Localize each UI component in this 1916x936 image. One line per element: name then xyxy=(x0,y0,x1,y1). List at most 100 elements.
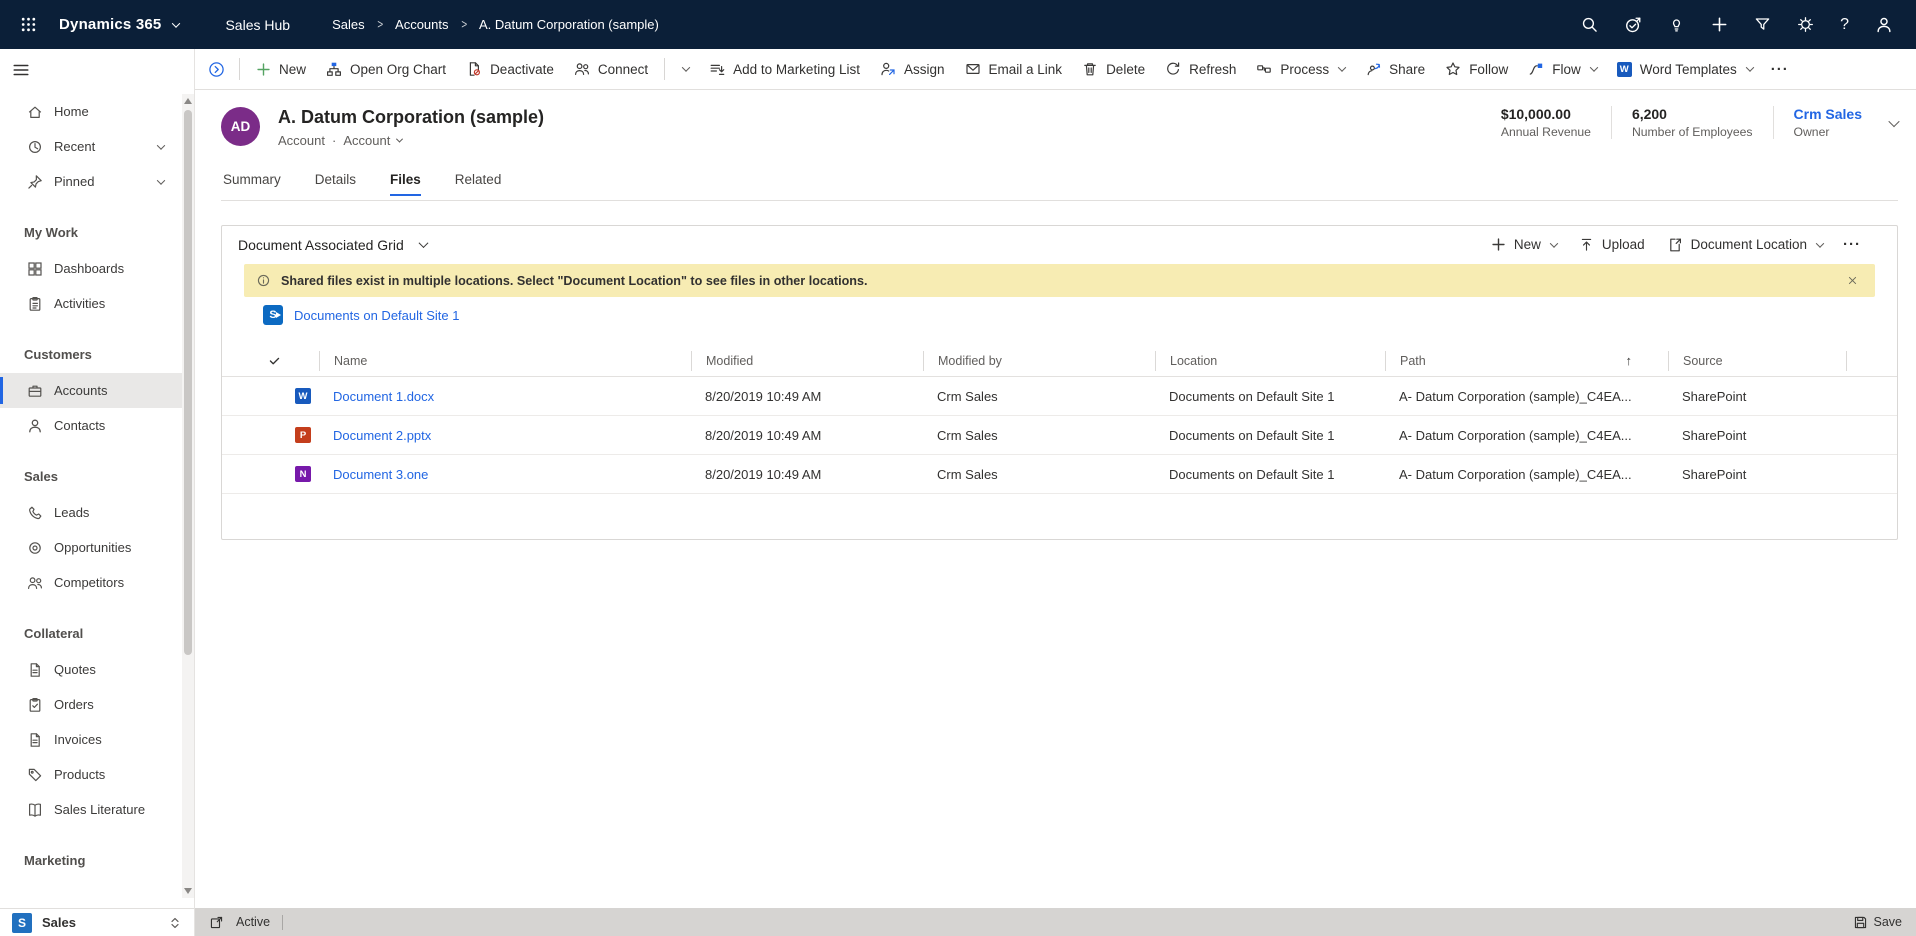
delete-button[interactable]: Delete xyxy=(1072,54,1155,84)
new-button[interactable]: New xyxy=(246,54,316,84)
record-title: A. Datum Corporation (sample) xyxy=(278,107,545,127)
sidebar-item-accounts[interactable]: Accounts xyxy=(0,373,182,408)
scroll-down-arrow-icon[interactable] xyxy=(184,888,192,894)
column-header-modified-by[interactable]: Modified by xyxy=(923,350,1155,371)
save-button[interactable]: Save xyxy=(1853,915,1902,930)
column-header-name[interactable]: Name xyxy=(319,350,691,371)
table-row[interactable]: N Document 3.one 8/20/2019 10:49 AM Crm … xyxy=(222,455,1897,494)
settings-gear-icon[interactable] xyxy=(1784,8,1827,41)
chevron-down-icon[interactable] xyxy=(156,175,166,185)
sidebar-item-leads[interactable]: Leads xyxy=(0,495,182,530)
grid-document-location-button[interactable]: Document Location xyxy=(1657,230,1833,260)
document-link[interactable]: Document 3.one xyxy=(319,467,691,482)
tab-related[interactable]: Related xyxy=(453,168,504,200)
sidebar-item-opportunities[interactable]: Opportunities xyxy=(0,530,182,565)
connect-dropdown-chevron-icon[interactable] xyxy=(671,54,699,84)
sidebar-item-home[interactable]: Home xyxy=(0,94,182,129)
popout-icon[interactable] xyxy=(209,915,224,930)
lightbulb-icon[interactable] xyxy=(1655,8,1698,41)
column-header-location[interactable]: Location xyxy=(1155,350,1385,371)
check-circle-icon[interactable] xyxy=(1611,8,1655,42)
tab-files[interactable]: Files xyxy=(388,168,423,200)
follow-button[interactable]: Follow xyxy=(1435,54,1518,84)
sidebar-item-competitors[interactable]: Competitors xyxy=(0,565,182,600)
table-row[interactable]: P Document 2.pptx 8/20/2019 10:49 AM Crm… xyxy=(222,416,1897,455)
breadcrumb-sales[interactable]: Sales xyxy=(332,17,365,32)
sidebar-group-my-work: My Work xyxy=(24,225,78,240)
record-set-toggle-icon[interactable] xyxy=(208,61,225,78)
sidebar-group-collateral: Collateral xyxy=(24,626,84,641)
select-all-checkbox[interactable] xyxy=(222,351,319,371)
sidebar-scrollbar[interactable] xyxy=(182,94,194,898)
sidebar-item-sales-literature[interactable]: Sales Literature xyxy=(0,792,182,827)
help-icon[interactable]: ? xyxy=(1827,8,1862,42)
form-selector-chevron-icon[interactable] xyxy=(396,135,404,143)
sidebar-item-recent[interactable]: Recent xyxy=(0,129,182,164)
email-a-link-button[interactable]: Email a Link xyxy=(955,54,1073,84)
sidebar-item-invoices[interactable]: Invoices xyxy=(0,722,182,757)
word-icon: W xyxy=(1616,61,1632,77)
scrollbar-thumb[interactable] xyxy=(184,110,192,655)
info-icon xyxy=(256,273,271,288)
grid-toolbar: New Upload Document Location ··· xyxy=(1481,230,1869,260)
tab-summary[interactable]: Summary xyxy=(221,168,283,200)
account-person-icon[interactable] xyxy=(1862,8,1906,42)
sidebar-item-dashboards[interactable]: Dashboards xyxy=(0,251,182,286)
sidebar-item-activities[interactable]: Activities xyxy=(0,286,182,321)
area-switcher-updown-icon[interactable] xyxy=(168,916,182,930)
hub-name[interactable]: Sales Hub xyxy=(225,17,290,33)
sidebar-item-products[interactable]: Products xyxy=(0,757,182,792)
sort-ascending-icon[interactable]: ↑ xyxy=(1626,353,1633,368)
filter-icon[interactable] xyxy=(1741,8,1784,41)
breadcrumb-record[interactable]: A. Datum Corporation (sample) xyxy=(479,17,659,32)
owner-link[interactable]: Crm Sales xyxy=(1794,106,1862,122)
add-to-marketing-list-button[interactable]: Add to Marketing List xyxy=(699,54,870,84)
modified-by-cell: Crm Sales xyxy=(937,466,998,482)
grid-view-selector[interactable]: Document Associated Grid xyxy=(238,237,429,253)
grid-upload-button[interactable]: Upload xyxy=(1569,230,1655,260)
close-icon[interactable] xyxy=(1842,270,1863,291)
breadcrumb-separator-icon: > xyxy=(460,17,467,32)
tab-details[interactable]: Details xyxy=(313,168,358,200)
app-title[interactable]: Dynamics 365 xyxy=(59,16,161,33)
sidebar-item-orders[interactable]: Orders xyxy=(0,687,182,722)
sidebar-item-quotes[interactable]: Quotes xyxy=(0,652,182,687)
column-header-source[interactable]: Source xyxy=(1668,350,1846,371)
hamburger-menu-icon[interactable] xyxy=(12,61,30,79)
process-button[interactable]: Process xyxy=(1246,54,1355,84)
warning-text: Shared files exist in multiple locations… xyxy=(281,273,868,288)
header-fields: $10,000.00 Annual Revenue 6,200 Number o… xyxy=(1481,106,1900,139)
breadcrumb-accounts[interactable]: Accounts xyxy=(395,17,448,32)
form-selector[interactable]: Account xyxy=(343,133,390,148)
deactivate-button[interactable]: Deactivate xyxy=(456,54,564,84)
column-header-modified[interactable]: Modified xyxy=(691,350,923,371)
plus-icon[interactable] xyxy=(1698,8,1741,41)
connect-button[interactable]: Connect xyxy=(564,54,658,84)
column-header-path[interactable]: Path ↑ xyxy=(1385,350,1668,371)
app-title-chevron-icon[interactable] xyxy=(172,18,181,28)
document-link[interactable]: Document 2.pptx xyxy=(319,428,691,443)
source-cell: SharePoint xyxy=(1682,466,1747,482)
command-bar-overflow-button[interactable]: ··· xyxy=(1763,61,1797,78)
sidebar-item-contacts[interactable]: Contacts xyxy=(0,408,182,443)
app-launcher-waffle-icon[interactable] xyxy=(14,10,43,39)
modified-cell: 8/20/2019 10:49 AM xyxy=(705,427,822,443)
search-icon[interactable] xyxy=(1568,8,1611,41)
chevron-down-icon[interactable] xyxy=(156,140,166,150)
area-switcher[interactable]: S Sales xyxy=(0,908,195,936)
document-link[interactable]: Document 1.docx xyxy=(319,389,691,404)
flow-button[interactable]: Flow xyxy=(1518,54,1607,84)
grid-overflow-button[interactable]: ··· xyxy=(1835,236,1869,253)
open-org-chart-button[interactable]: Open Org Chart xyxy=(316,54,456,84)
refresh-button[interactable]: Refresh xyxy=(1155,54,1246,84)
sidebar-item-pinned[interactable]: Pinned xyxy=(0,164,182,199)
share-button[interactable]: Share xyxy=(1355,54,1435,84)
assign-button[interactable]: Assign xyxy=(870,54,955,84)
table-row[interactable]: W Document 1.docx 8/20/2019 10:49 AM Crm… xyxy=(222,377,1897,416)
documents-location-link[interactable]: Documents on Default Site 1 xyxy=(294,308,459,323)
word-templates-button[interactable]: W Word Templates xyxy=(1607,54,1763,84)
scroll-up-arrow-icon[interactable] xyxy=(184,98,192,104)
grid-new-button[interactable]: New xyxy=(1481,230,1567,260)
view-selector-chevron-icon[interactable] xyxy=(418,238,429,249)
header-expand-chevron-icon[interactable] xyxy=(1888,114,1900,132)
